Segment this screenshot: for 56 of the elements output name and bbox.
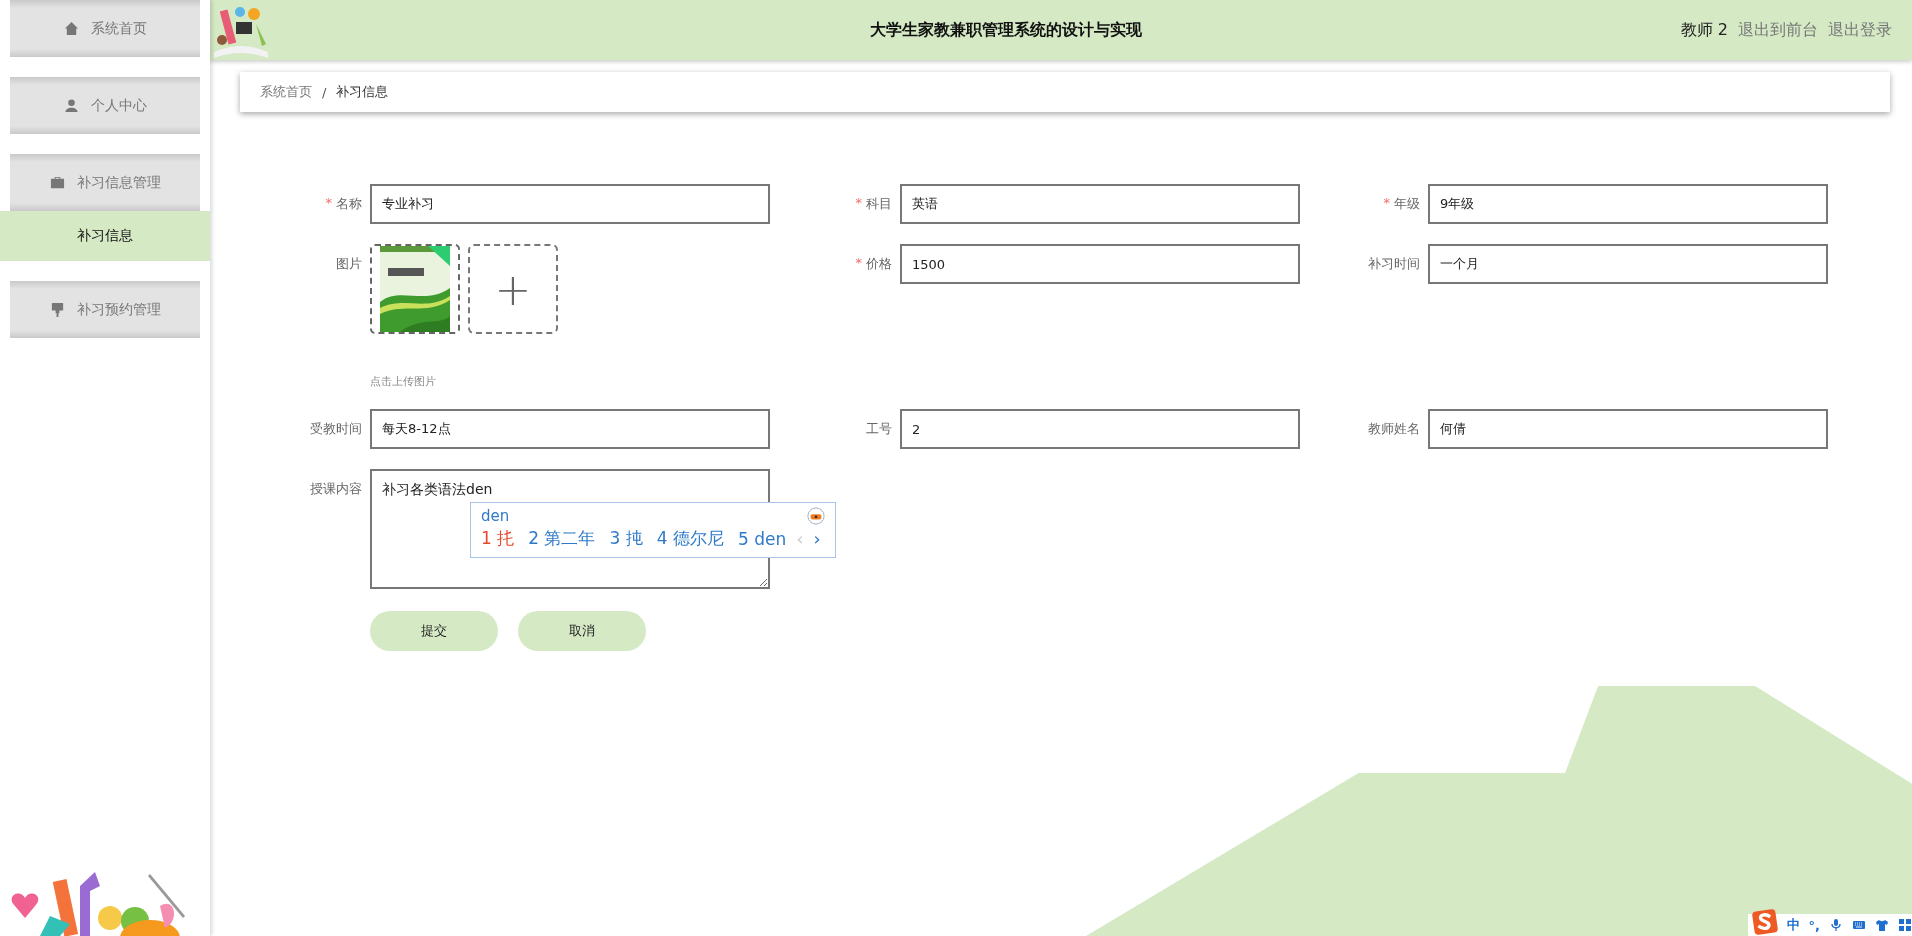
sidebar-item[interactable]: 系统首页 xyxy=(10,0,200,57)
user-icon xyxy=(63,98,79,113)
field-label: 名称 xyxy=(336,195,362,213)
input-field[interactable]: 何倩 xyxy=(1428,409,1828,449)
required-mark: * xyxy=(855,255,862,272)
brush-icon xyxy=(49,302,65,317)
field-label: 授课内容 xyxy=(310,480,362,498)
home-icon xyxy=(63,21,79,36)
breadcrumb-link[interactable]: 系统首页 xyxy=(260,83,312,101)
ime-candidate[interactable]: 4 德尔尼 xyxy=(656,527,724,550)
header-link[interactable]: 退出到前台 xyxy=(1738,19,1818,41)
field-label: 价格 xyxy=(866,255,892,273)
upload-hint: 点击上传图片 xyxy=(370,374,437,389)
sidebar-item[interactable]: 补习信息管理 xyxy=(10,154,200,211)
required-mark: * xyxy=(1383,195,1390,212)
grid-icon[interactable] xyxy=(1898,918,1912,932)
next-page-button[interactable]: › xyxy=(813,528,821,549)
briefcase-icon xyxy=(49,175,65,190)
user-name: 教师 2 xyxy=(1680,19,1728,41)
shirt-icon[interactable] xyxy=(1875,918,1889,932)
input-field[interactable]: 9年级 xyxy=(1428,184,1828,224)
ime-candidate[interactable]: 1 扥 xyxy=(481,527,515,550)
input-field[interactable]: 2 xyxy=(900,409,1300,449)
ime-candidate[interactable]: 3 扽 xyxy=(609,527,643,550)
field-label: 补习时间 xyxy=(1368,255,1420,273)
field-label: 教师姓名 xyxy=(1368,420,1420,438)
punctuation-button[interactable]: °, xyxy=(1808,917,1820,933)
cancel-button[interactable]: 取消 xyxy=(518,611,646,651)
breadcrumb-link[interactable]: 补习信息 xyxy=(336,83,389,101)
input-field[interactable]: 专业补习 xyxy=(370,184,770,224)
input-field[interactable]: 一个月 xyxy=(1428,244,1828,284)
sidebar-item[interactable]: 个人中心 xyxy=(10,77,200,134)
header-link[interactable]: 退出登录 xyxy=(1828,19,1892,41)
microphone-icon[interactable] xyxy=(1829,918,1843,932)
ime-candidate[interactable]: 5 den xyxy=(737,528,787,549)
sidebar-subitem[interactable]: 补习信息 xyxy=(0,211,210,261)
input-field[interactable]: 1500 xyxy=(900,244,1300,284)
field-label: 工号 xyxy=(866,420,892,438)
field-label: 受教时间 xyxy=(310,420,362,438)
app-title: 大学生家教兼职管理系统的设计与实现 xyxy=(869,19,1144,41)
submit-button[interactable]: 提交 xyxy=(370,611,498,651)
field-label: 图片 xyxy=(336,255,362,273)
required-mark: * xyxy=(855,195,862,212)
ime-mode-button[interactable]: 中 xyxy=(1786,916,1800,934)
field-label: 科目 xyxy=(866,195,892,213)
required-mark: * xyxy=(325,195,332,212)
ime-composition: den xyxy=(481,507,510,525)
mascot-icon xyxy=(807,507,825,525)
keyboard-icon[interactable] xyxy=(1852,918,1866,932)
sidebar-item[interactable]: 补习预约管理 xyxy=(10,281,200,338)
upload-button[interactable]: + xyxy=(468,244,558,334)
field-label: 年级 xyxy=(1394,195,1420,213)
input-field[interactable]: 英语 xyxy=(900,184,1300,224)
input-field[interactable]: 每天8-12点 xyxy=(370,409,770,449)
breadcrumb-separator: / xyxy=(322,84,327,100)
ime-candidate[interactable]: 2 第二年 xyxy=(528,527,596,550)
